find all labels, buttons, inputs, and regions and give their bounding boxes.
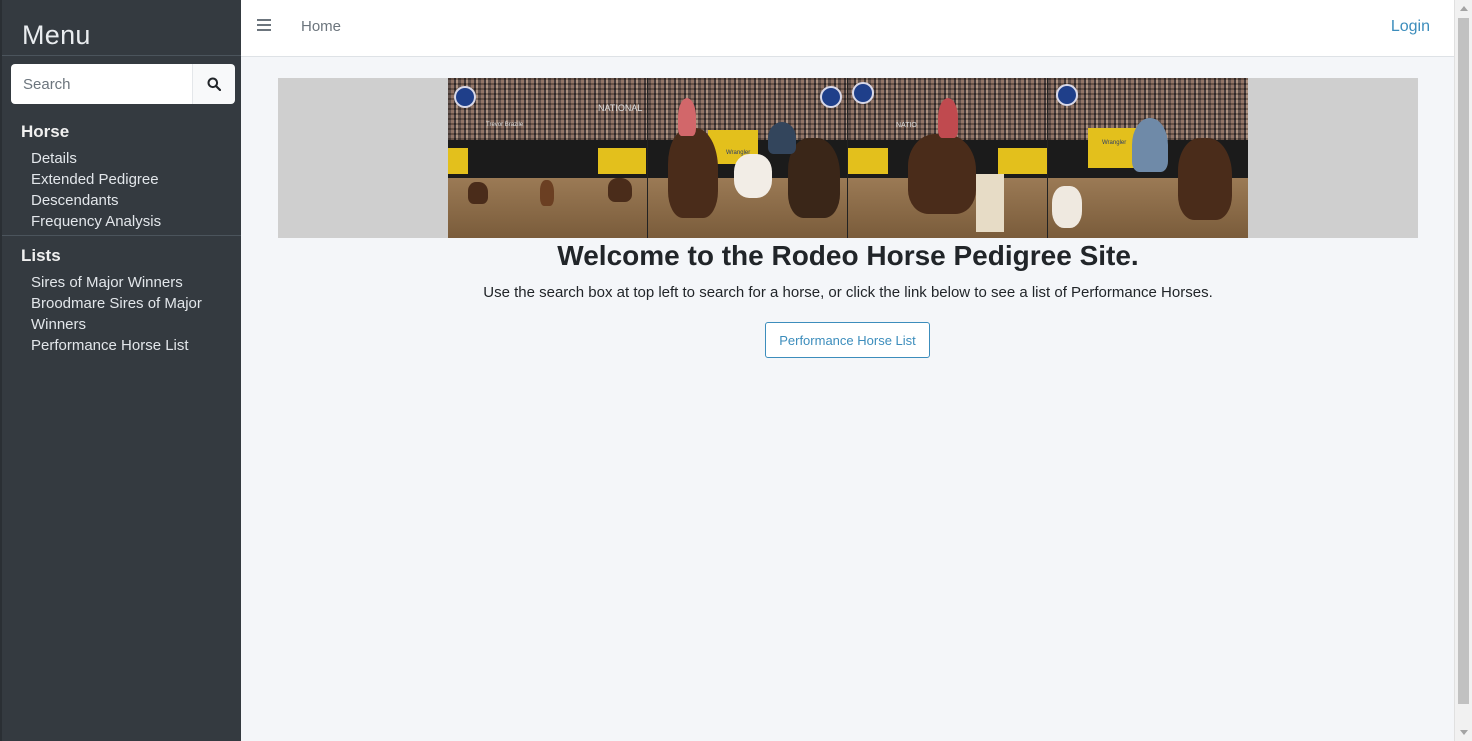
nfr-logo-icon xyxy=(820,86,842,108)
banner-panel-4: Wrangler xyxy=(1048,78,1248,238)
menu-toggle-icon[interactable] xyxy=(257,19,271,33)
home-link[interactable]: Home xyxy=(301,18,341,35)
brand-title: Menu xyxy=(22,20,91,50)
nav-header-lists: Lists xyxy=(21,246,61,265)
banner-panel-1: NATIONAL Trevor Brazile xyxy=(448,78,648,238)
nfr-logo-icon xyxy=(852,82,874,104)
nav-item-descendants[interactable]: Descendants xyxy=(2,190,241,211)
search-input[interactable] xyxy=(11,64,192,104)
nfr-logo-icon xyxy=(454,86,476,108)
banner-panel-2: Wrangler xyxy=(648,78,848,238)
search-icon xyxy=(207,77,221,91)
nfr-logo-icon xyxy=(1056,84,1078,106)
scroll-thumb[interactable] xyxy=(1458,18,1469,704)
scroll-up-arrow-icon[interactable] xyxy=(1460,6,1468,11)
nav-item-extended-pedigree[interactable]: Extended Pedigree xyxy=(2,169,241,190)
nav-header-horse: Horse xyxy=(21,122,70,141)
scroll-down-arrow-icon[interactable] xyxy=(1460,730,1468,735)
nav-item-details[interactable]: Details xyxy=(2,148,241,169)
nav-item-broodmare-sires[interactable]: Broodmare Sires of Major Winners xyxy=(2,293,241,335)
sidebar: Menu Horse Details Extended Pedigree Des… xyxy=(0,0,241,741)
performance-horse-list-button[interactable]: Performance Horse List xyxy=(765,322,930,358)
banner-sign-wrangler-2: Wrangler xyxy=(1102,140,1127,146)
nav-divider xyxy=(2,235,241,236)
search-button[interactable] xyxy=(192,64,235,104)
top-navbar: Home Login xyxy=(241,0,1454,57)
welcome-heading: Welcome to the Rodeo Horse Pedigree Site… xyxy=(557,240,1139,271)
nav-item-frequency-analysis[interactable]: Frequency Analysis xyxy=(2,211,241,232)
page-scrollbar[interactable] xyxy=(1454,0,1472,741)
nav-section-lists: Lists Sires of Major Winners Broodmare S… xyxy=(2,246,241,356)
banner-caption: Trevor Brazile xyxy=(486,122,524,128)
nav-item-sires-of-major-winners[interactable]: Sires of Major Winners xyxy=(2,272,241,293)
banner-panel-3: NATIO xyxy=(848,78,1048,238)
rodeo-banner-image: NATIONAL Trevor Brazile Wrangler NATIO W… xyxy=(448,78,1248,238)
banner-sign-natio: NATIO xyxy=(896,122,917,129)
sidebar-search xyxy=(11,64,235,104)
welcome-subtitle: Use the search box at top left to search… xyxy=(483,284,1213,301)
nav-section-horse: Horse Details Extended Pedigree Descenda… xyxy=(2,122,241,232)
login-link[interactable]: Login xyxy=(1391,18,1430,36)
sidebar-brand: Menu xyxy=(2,0,241,56)
nav-item-performance-horse-list[interactable]: Performance Horse List xyxy=(2,335,241,356)
banner-sign-national: NATIONAL xyxy=(598,103,643,113)
